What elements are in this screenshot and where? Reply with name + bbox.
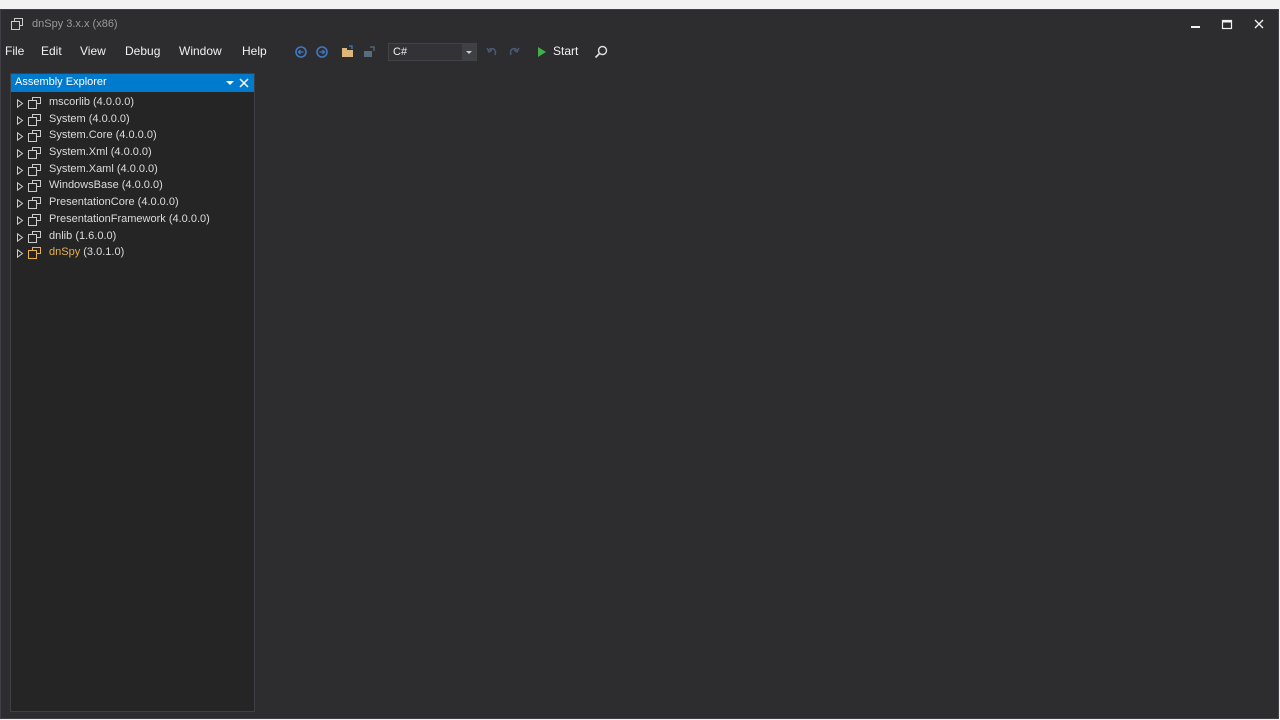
close-button[interactable] bbox=[1245, 14, 1273, 34]
tree-item-system-xml[interactable]: System.Xml (4.0.0.0) bbox=[11, 145, 254, 162]
tree-item-label: System.Xml (4.0.0.0) bbox=[49, 146, 152, 159]
assembly-icon bbox=[28, 197, 41, 210]
expand-arrow-icon[interactable] bbox=[16, 115, 24, 125]
search-icon[interactable] bbox=[593, 44, 609, 60]
redo-icon[interactable] bbox=[506, 44, 522, 60]
tree-item-label: System.Core (4.0.0.0) bbox=[49, 129, 157, 142]
window-title: dnSpy 3.x.x (x86) bbox=[32, 18, 118, 30]
tree-item-windowsbase[interactable]: WindowsBase (4.0.0.0) bbox=[11, 178, 254, 195]
language-value: C# bbox=[393, 46, 408, 58]
open-folder-icon[interactable] bbox=[340, 44, 356, 60]
tree-item-label: dnSpy (3.0.1.0) bbox=[49, 246, 125, 259]
navigate-forward-icon[interactable] bbox=[314, 44, 330, 60]
menu-edit[interactable]: Edit bbox=[41, 44, 62, 58]
assembly-icon bbox=[28, 130, 41, 143]
tree-item-dnlib[interactable]: dnlib (1.6.0.0) bbox=[11, 229, 254, 246]
expand-arrow-icon[interactable] bbox=[16, 232, 24, 242]
menu-help[interactable]: Help bbox=[242, 44, 267, 58]
assembly-icon bbox=[28, 163, 41, 176]
expand-arrow-icon[interactable] bbox=[16, 165, 24, 175]
assembly-tree: mscorlib (4.0.0.0) System (4.0.0.0) Syst… bbox=[11, 95, 254, 262]
assembly-icon bbox=[28, 213, 41, 226]
chevron-down-icon bbox=[466, 51, 472, 54]
menu-window[interactable]: Window bbox=[179, 44, 222, 58]
undo-icon[interactable] bbox=[484, 44, 500, 60]
title-bar[interactable]: dnSpy 3.x.x (x86) bbox=[1, 10, 1278, 38]
expand-arrow-icon[interactable] bbox=[16, 182, 24, 192]
tree-item-presentationcore[interactable]: PresentationCore (4.0.0.0) bbox=[11, 195, 254, 212]
navigate-back-icon[interactable] bbox=[293, 44, 309, 60]
expand-arrow-icon[interactable] bbox=[16, 132, 24, 142]
assembly-explorer-header[interactable]: Assembly Explorer bbox=[11, 74, 254, 92]
expand-arrow-icon[interactable] bbox=[16, 215, 24, 225]
expand-arrow-icon[interactable] bbox=[16, 249, 24, 259]
assembly-explorer-panel: Assembly Explorer mscorlib (4.0.0.0) Sys… bbox=[10, 73, 255, 712]
menu-file[interactable]: File bbox=[5, 44, 24, 58]
tree-item-label: System (4.0.0.0) bbox=[49, 112, 130, 125]
language-select[interactable]: C# bbox=[388, 43, 477, 61]
expand-arrow-icon[interactable] bbox=[16, 149, 24, 159]
tree-item-dnspy[interactable]: dnSpy (3.0.1.0) bbox=[11, 245, 254, 262]
assembly-icon bbox=[28, 147, 41, 160]
tree-item-label: WindowsBase (4.0.0.0) bbox=[49, 179, 163, 192]
assembly-icon bbox=[28, 97, 41, 109]
tree-item-presentationframework[interactable]: PresentationFramework (4.0.0.0) bbox=[11, 212, 254, 229]
panel-menu-icon[interactable] bbox=[223, 76, 237, 90]
expand-arrow-icon[interactable] bbox=[16, 199, 24, 209]
close-icon bbox=[1254, 19, 1264, 29]
assembly-explorer-title: Assembly Explorer bbox=[15, 76, 107, 88]
start-button[interactable]: Start bbox=[553, 44, 578, 58]
assembly-icon bbox=[28, 230, 41, 243]
assembly-icon bbox=[28, 113, 41, 126]
tree-item-label: System.Xaml (4.0.0.0) bbox=[49, 162, 158, 175]
panel-close-icon[interactable] bbox=[237, 76, 251, 90]
dnspy-window: dnSpy 3.x.x (x86) File Edit View Debug W… bbox=[0, 9, 1279, 719]
open-list-icon[interactable] bbox=[361, 44, 377, 60]
minimize-icon bbox=[1191, 26, 1200, 28]
document-area[interactable] bbox=[257, 66, 1278, 718]
dnspy-app-icon bbox=[11, 18, 23, 30]
tree-item-label: mscorlib (4.0.0.0) bbox=[49, 96, 134, 108]
tree-item-system-xaml[interactable]: System.Xaml (4.0.0.0) bbox=[11, 162, 254, 179]
tree-item-label: PresentationFramework (4.0.0.0) bbox=[49, 212, 210, 225]
tree-item-system[interactable]: System (4.0.0.0) bbox=[11, 112, 254, 129]
tree-item-system-core[interactable]: System.Core (4.0.0.0) bbox=[11, 128, 254, 145]
menu-bar: File Edit View Debug Window Help C# Star… bbox=[1, 40, 1278, 64]
language-dropdown-button[interactable] bbox=[462, 44, 476, 60]
menu-view[interactable]: View bbox=[80, 44, 106, 58]
expand-arrow-icon[interactable] bbox=[16, 99, 24, 108]
tree-item-label: dnlib (1.6.0.0) bbox=[49, 229, 117, 242]
minimize-button[interactable] bbox=[1182, 14, 1210, 34]
tree-item-mscorlib[interactable]: mscorlib (4.0.0.0) bbox=[11, 95, 254, 112]
maximize-button[interactable] bbox=[1213, 14, 1241, 34]
tree-item-label: PresentationCore (4.0.0.0) bbox=[49, 196, 179, 209]
assembly-icon bbox=[28, 247, 41, 260]
menu-debug[interactable]: Debug bbox=[125, 44, 160, 58]
assembly-icon bbox=[28, 180, 41, 193]
maximize-icon bbox=[1221, 19, 1233, 30]
start-debug-icon[interactable] bbox=[534, 44, 550, 60]
